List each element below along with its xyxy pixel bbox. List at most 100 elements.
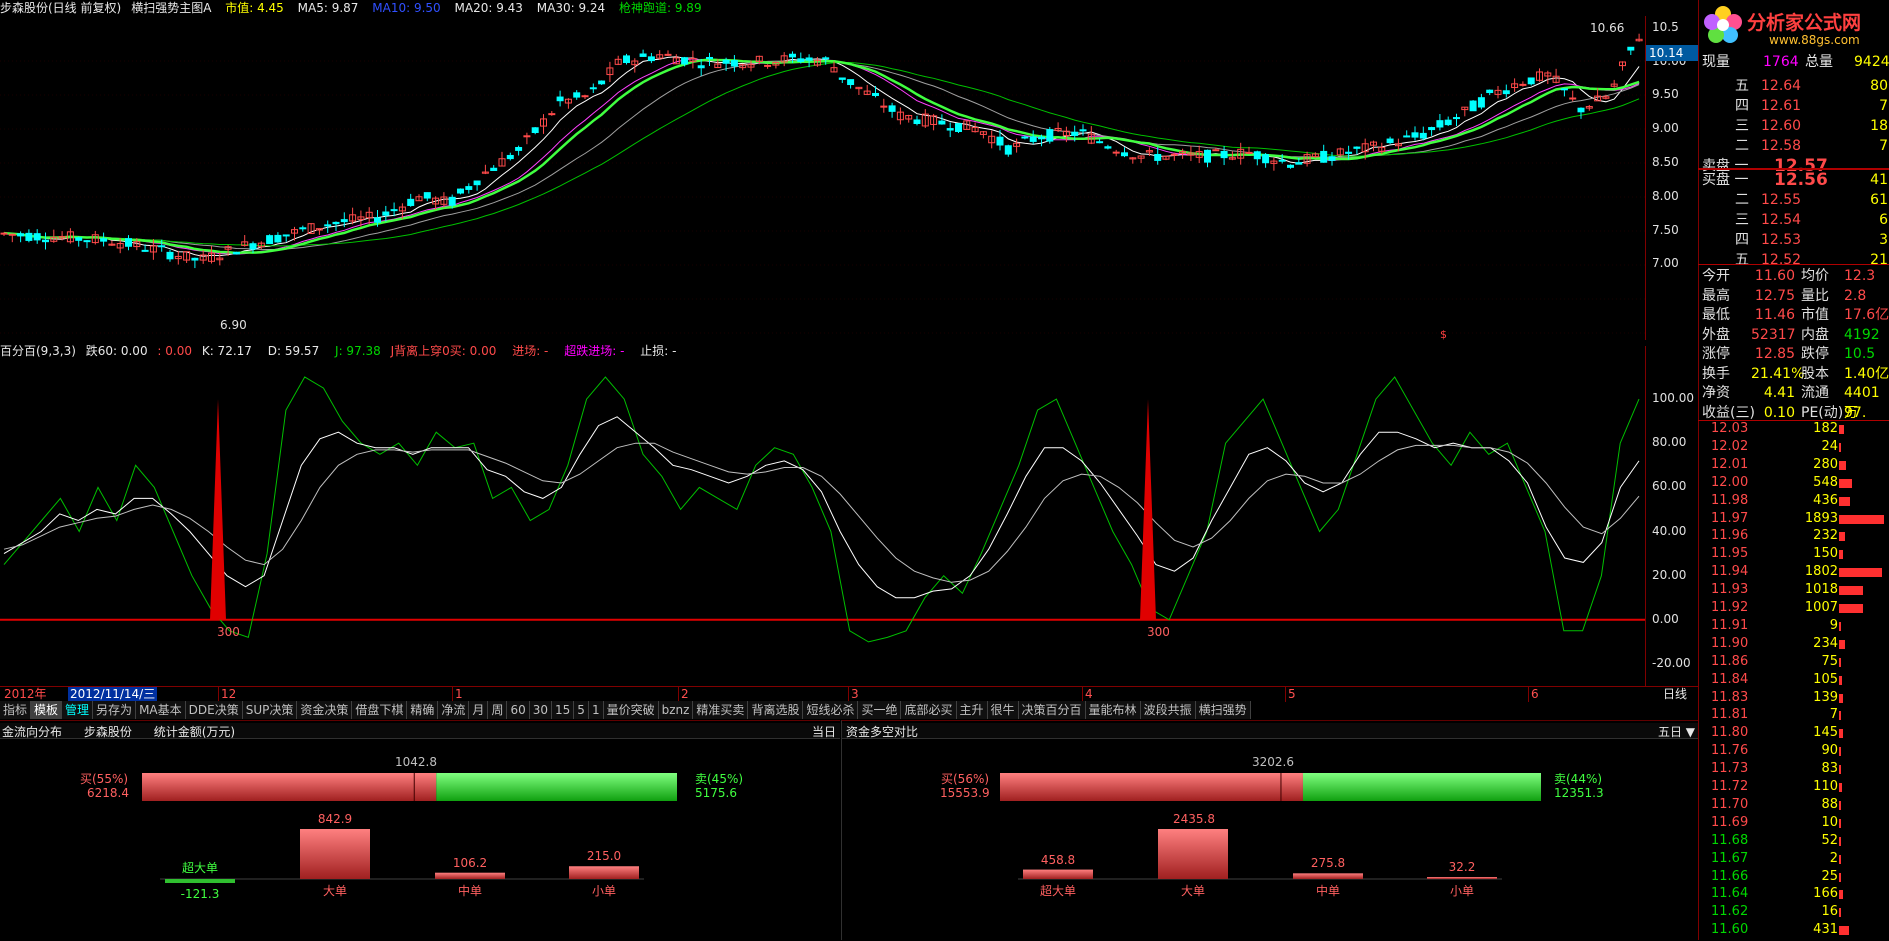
tab-22[interactable]: 短线必杀 (803, 701, 859, 719)
bid-row-0[interactable]: 买盘 一 12.56 41 (1699, 170, 1889, 190)
spear-track-line (3, 58, 1640, 255)
oscillator-chart[interactable]: 300 300 (0, 346, 1645, 686)
ask-row-1[interactable]: 四 12.61 7 (1699, 96, 1889, 116)
tick-price: 11.60 (1711, 922, 1749, 938)
flow-bar-1 (1158, 829, 1228, 879)
tick-volume-bar (1839, 675, 1842, 685)
ask-row-0[interactable]: 五 12.64 80 (1699, 76, 1889, 96)
tick-row-10: 11.92 1007 (1699, 599, 1889, 617)
ask-volume: 7 (1879, 138, 1888, 154)
candle-body (506, 154, 514, 160)
tab-9[interactable]: 精确 (407, 701, 439, 719)
tab-0[interactable]: 指标 (0, 701, 32, 719)
candlestick-chart[interactable]: 10.66 6.90 $ (0, 16, 1645, 340)
candle-body (1278, 159, 1286, 162)
price-tick: 7.50 (1652, 223, 1679, 237)
tab-15[interactable]: 15 (552, 701, 575, 719)
tick-volume: 2 (1829, 850, 1838, 866)
candle-body (8, 233, 16, 236)
tick-volume: 25 (1821, 868, 1838, 884)
candle-body (1436, 120, 1444, 128)
tab-29[interactable]: 波段共振 (1140, 701, 1196, 719)
indicator-name[interactable]: 横扫强势主图A (131, 1, 211, 15)
tab-27[interactable]: 决策百分百 (1018, 701, 1086, 719)
tick-row-12: 11.90 234 (1699, 635, 1889, 653)
tab-2[interactable]: 管理 (62, 701, 94, 719)
tab-18[interactable]: 量价突破 (603, 701, 659, 719)
candle-body (1577, 107, 1585, 113)
tab-8[interactable]: 借盘下棋 (352, 701, 408, 719)
ask-row-2[interactable]: 三 12.60 18 (1699, 116, 1889, 136)
tab-25[interactable]: 主升 (956, 701, 988, 719)
tab-1[interactable]: 模板 (31, 701, 63, 719)
candle-body (0, 232, 8, 235)
candle-body (1220, 150, 1228, 159)
tick-row-22: 11.69 10 (1699, 814, 1889, 832)
bid-level: 三 (1735, 212, 1749, 228)
tick-volume-bar (1839, 639, 1845, 649)
tab-4[interactable]: MA基本 (136, 701, 186, 719)
ma10-line (3, 58, 1640, 255)
tab-12[interactable]: 周 (488, 701, 508, 719)
osc-lines (3, 376, 1640, 643)
ask-row-3[interactable]: 二 12.58 7 (1699, 136, 1889, 156)
tick-volume: 166 (1813, 886, 1838, 902)
flow-bar-value: 842.9 (317, 812, 353, 826)
candle-body (1212, 149, 1220, 152)
candle-body (1419, 132, 1427, 139)
timeline-year: 2012年 (4, 687, 47, 701)
tab-17[interactable]: 1 (588, 701, 604, 719)
price-tick: 8.50 (1652, 155, 1679, 169)
candle-body (1411, 132, 1419, 138)
tick-row-0: 12.03 182 (1699, 420, 1889, 438)
tab-23[interactable]: 买一绝 (858, 701, 902, 719)
tab-11[interactable]: 月 (469, 701, 489, 719)
tab-6[interactable]: SUP决策 (242, 701, 298, 719)
high-price-label: 10.66 (1590, 21, 1624, 35)
bid-price: 12.54 (1761, 212, 1802, 228)
osc-tick: -20.00 (1652, 655, 1691, 670)
candle-body (1486, 89, 1494, 94)
ma30-value: MA30: 9.24 (536, 1, 606, 15)
period-label[interactable]: 日线 (1663, 687, 1687, 702)
tab-14[interactable]: 30 (529, 701, 553, 719)
bid-row-2[interactable]: 三 12.54 6 (1699, 210, 1889, 230)
total-label: 总量 (1805, 54, 1833, 70)
tab-7[interactable]: 资金决策 (297, 701, 353, 719)
tab-28[interactable]: 量能布林 (1085, 701, 1141, 719)
tick-volume: 9 (1829, 617, 1838, 633)
tick-row-20: 11.72 110 (1699, 778, 1889, 796)
tick-volume: 182 (1813, 421, 1838, 436)
tab-3[interactable]: 另存为 (93, 701, 137, 719)
tick-price: 11.94 (1711, 564, 1749, 580)
stat-value: 2.8 (1844, 287, 1867, 304)
tick-price: 11.95 (1711, 546, 1749, 562)
tab-5[interactable]: DDE决策 (185, 701, 243, 719)
candle-body (1519, 83, 1527, 86)
tab-21[interactable]: 背离选股 (748, 701, 804, 719)
candle-body (1245, 151, 1253, 154)
tab-19[interactable]: bznz (658, 701, 694, 719)
candle-body (730, 60, 738, 67)
flow-bar-2 (1293, 873, 1363, 879)
tick-row-7: 11.95 150 (1699, 545, 1889, 563)
osc-axis: 100.00 80.00 60.00 40.00 20.00 0.00 -20.00 (1645, 346, 1698, 686)
ask-price: 12.64 (1761, 78, 1802, 94)
flow-bar-label: 超大单 (181, 861, 218, 875)
quote-panel: 现量 1764 总量 9424 五 12.64 80 四 12.61 7 三 12.60 18 二… (1698, 52, 1889, 940)
bid-volume: 61 (1870, 192, 1888, 208)
stat-label: 净资 (1702, 385, 1730, 401)
candle-body (697, 65, 705, 69)
tab-10[interactable]: 净流 (438, 701, 470, 719)
flow-bar-label: 中单 (1315, 884, 1340, 898)
tab-16[interactable]: 5 (574, 701, 589, 719)
tab-30[interactable]: 横扫强势 (1195, 701, 1251, 719)
bid-row-3[interactable]: 四 12.53 3 (1699, 230, 1889, 250)
tab-24[interactable]: 底部必买 (901, 701, 957, 719)
price-tick: 9.50 (1652, 87, 1679, 101)
tab-26[interactable]: 很牛 (987, 701, 1019, 719)
tab-20[interactable]: 精准买卖 (693, 701, 749, 719)
bid-row-1[interactable]: 二 12.55 61 (1699, 190, 1889, 210)
tab-13[interactable]: 60 (507, 701, 530, 719)
tick-row-11: 11.91 9 (1699, 617, 1889, 635)
